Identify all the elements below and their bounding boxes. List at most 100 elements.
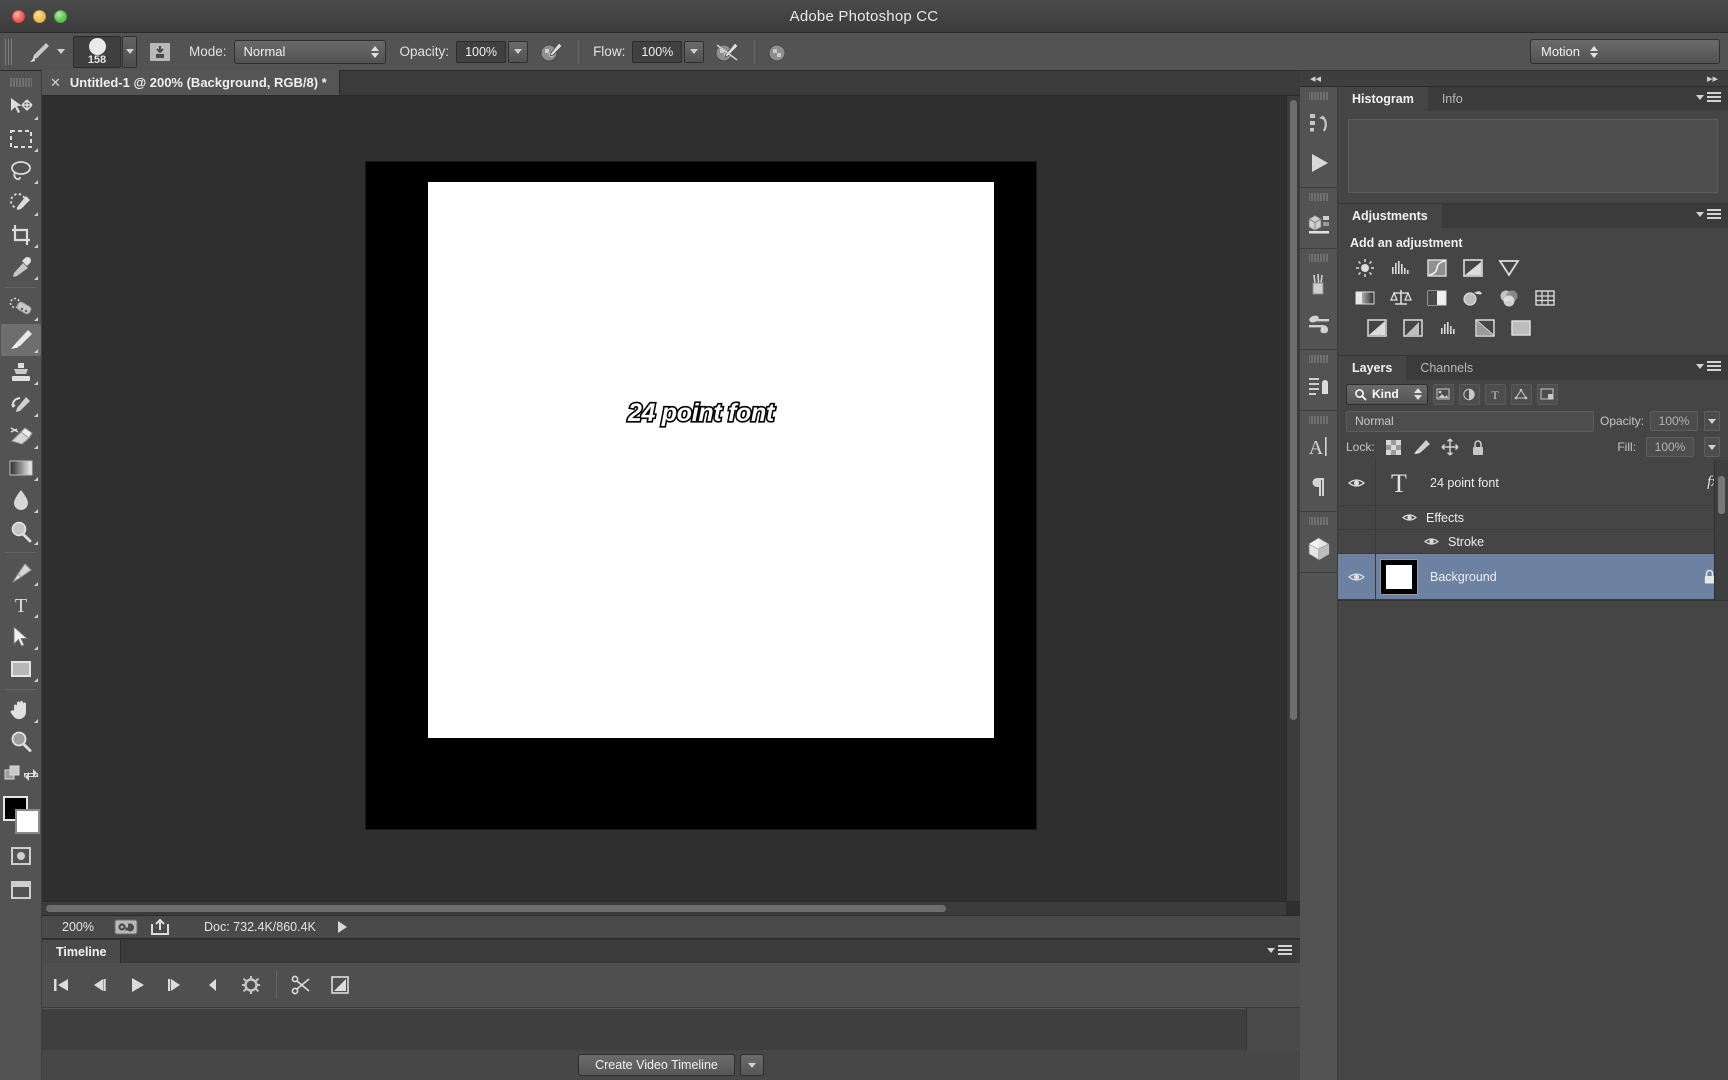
- collapse-panels-icon[interactable]: ◂◂: [1310, 72, 1321, 85]
- stroke-visibility-toggle[interactable]: [1338, 529, 1376, 554]
- sidebar-item-gradient-tool[interactable]: [1, 452, 41, 484]
- tab-adjustments[interactable]: Adjustments: [1338, 204, 1442, 228]
- 3d-panel-icon[interactable]: [1300, 528, 1338, 568]
- adjustments-panel-menu-button[interactable]: [1696, 209, 1721, 220]
- layer-opacity-chevron-down-icon[interactable]: [1704, 411, 1720, 431]
- active-tool-indicator[interactable]: [24, 39, 65, 65]
- brush-preset-picker[interactable]: 158: [73, 35, 121, 68]
- lock-position-icon[interactable]: [1441, 438, 1459, 456]
- history-icon[interactable]: [1300, 103, 1338, 143]
- hue-saturation-icon[interactable]: [1352, 286, 1378, 309]
- status-bar-menu-arrow-icon[interactable]: [337, 921, 347, 933]
- sidebar-item-dodge-tool[interactable]: [1, 516, 41, 548]
- vibrance-icon[interactable]: [1496, 256, 1522, 279]
- tab-channels[interactable]: Channels: [1406, 356, 1487, 380]
- layer-name[interactable]: 24 point font: [1422, 476, 1707, 490]
- curves-icon[interactable]: [1424, 256, 1450, 279]
- quick-mask-toggle-button[interactable]: [1, 842, 41, 870]
- rail-grip-4[interactable]: [1308, 354, 1329, 364]
- layer-fill-chevron-down-icon[interactable]: [1704, 437, 1720, 457]
- workspace-select[interactable]: Motion: [1530, 39, 1720, 64]
- filter-adjustment-icon[interactable]: [1458, 383, 1480, 405]
- sidebar-item-pen-tool[interactable]: [1, 557, 41, 589]
- document-tab[interactable]: ✕ Untitled-1 @ 200% (Background, RGB/8) …: [42, 70, 340, 95]
- brush-preset-chevron-down-icon[interactable]: [122, 35, 137, 68]
- list-item[interactable]: Effects: [1338, 505, 1728, 530]
- stroke-eye-icon[interactable]: [1420, 536, 1442, 547]
- canvas-area[interactable]: 24 point font: [42, 96, 1300, 915]
- layer-visibility-toggle[interactable]: [1338, 459, 1376, 506]
- layers-panel-menu-button[interactable]: [1696, 361, 1721, 372]
- sidebar-item-horizontal-type-tool[interactable]: T: [1, 589, 41, 621]
- next-frame-button[interactable]: [156, 963, 194, 1008]
- selective-color-icon[interactable]: [1508, 316, 1534, 339]
- filter-pixel-icon[interactable]: [1432, 383, 1454, 405]
- layer-name[interactable]: Background: [1422, 570, 1703, 584]
- sidebar-item-eyedropper-tool[interactable]: [1, 251, 41, 283]
- layer-fill-value[interactable]: 100%: [1646, 437, 1694, 457]
- canvas-vertical-scrollbar[interactable]: [1286, 96, 1300, 901]
- options-bar-grip[interactable]: [5, 38, 14, 65]
- lock-image-pixels-icon[interactable]: [1413, 438, 1431, 456]
- share-icon[interactable]: [150, 917, 172, 937]
- audio-mute-button[interactable]: [194, 963, 232, 1008]
- sidebar-item-move-tool[interactable]: [1, 91, 41, 123]
- effects-visibility-toggle[interactable]: [1338, 505, 1376, 530]
- posterize-icon[interactable]: [1400, 316, 1426, 339]
- artboard[interactable]: 24 point font: [366, 162, 1036, 829]
- sidebar-item-spot-healing-brush-tool[interactable]: [1, 292, 41, 324]
- canvas-horizontal-scroll-thumb[interactable]: [46, 905, 946, 912]
- layers-scroll-thumb[interactable]: [1718, 476, 1725, 514]
- table-row[interactable]: T 24 point font fx: [1338, 459, 1728, 506]
- airbrush-toggle-button[interactable]: [712, 38, 742, 66]
- play-button[interactable]: [118, 963, 156, 1008]
- background-layer-thumbnail[interactable]: [1376, 554, 1422, 600]
- tab-timeline[interactable]: Timeline: [42, 940, 122, 963]
- flow-chevron-down-icon[interactable]: [684, 40, 705, 63]
- 3d-materials-icon[interactable]: [1300, 204, 1338, 244]
- sidebar-item-rectangular-marquee-tool[interactable]: [1, 123, 41, 155]
- list-item[interactable]: Stroke: [1338, 529, 1728, 554]
- rail-grip[interactable]: [1308, 91, 1329, 101]
- sidebar-item-clone-stamp-tool[interactable]: [1, 356, 41, 388]
- character-icon[interactable]: A: [1300, 427, 1338, 467]
- sidebar-item-path-selection-tool[interactable]: [1, 621, 41, 653]
- tab-layers[interactable]: Layers: [1338, 356, 1407, 380]
- create-video-timeline-button[interactable]: Create Video Timeline: [578, 1054, 735, 1076]
- brush-presets-icon[interactable]: [1300, 265, 1338, 305]
- brush-panel-toggle-button[interactable]: [145, 38, 175, 66]
- exposure-icon[interactable]: [1460, 256, 1486, 279]
- transition-button[interactable]: [321, 963, 359, 1008]
- background-color-swatch[interactable]: [14, 809, 40, 834]
- tab-histogram[interactable]: Histogram: [1338, 87, 1428, 111]
- tab-info[interactable]: Info: [1428, 87, 1477, 111]
- levels-icon[interactable]: [1388, 256, 1414, 279]
- filter-type-icon[interactable]: T: [1484, 383, 1506, 405]
- sidebar-item-zoom-tool[interactable]: [1, 726, 41, 758]
- actions-play-icon[interactable]: [1300, 143, 1338, 183]
- tablet-pressure-opacity-button[interactable]: [536, 38, 566, 66]
- zoom-level-value[interactable]: 200%: [42, 920, 114, 934]
- paragraph-icon[interactable]: [1300, 467, 1338, 507]
- lock-transparent-pixels-icon[interactable]: [1385, 438, 1403, 456]
- black-white-icon[interactable]: [1424, 286, 1450, 309]
- canvas-horizontal-scrollbar[interactable]: [42, 901, 1286, 915]
- split-at-playhead-button[interactable]: [283, 963, 321, 1008]
- layer-comps-icon[interactable]: [1300, 366, 1338, 406]
- filter-shape-icon[interactable]: [1510, 383, 1532, 405]
- sidebar-item-history-brush-tool[interactable]: [1, 388, 41, 420]
- screen-mode-button[interactable]: [1, 876, 41, 904]
- sidebar-item-brush-tool[interactable]: [0, 324, 41, 356]
- sidebar-item-crop-tool[interactable]: [1, 219, 41, 251]
- edit-toolbar-button[interactable]: [1, 758, 41, 790]
- rail-grip-2[interactable]: [1308, 192, 1329, 202]
- color-swatches[interactable]: [1, 796, 41, 836]
- threshold-icon[interactable]: [1436, 316, 1462, 339]
- tablet-pressure-size-button[interactable]: [763, 38, 793, 66]
- tool-preset-chevron-down-icon[interactable]: [57, 49, 65, 54]
- expand-panels-icon[interactable]: ▸▸: [1707, 72, 1718, 85]
- rail-grip-5[interactable]: [1308, 415, 1329, 425]
- sidebar-item-blur-tool[interactable]: [1, 484, 41, 516]
- brightness-contrast-icon[interactable]: [1352, 256, 1378, 279]
- close-document-icon[interactable]: ✕: [50, 75, 61, 91]
